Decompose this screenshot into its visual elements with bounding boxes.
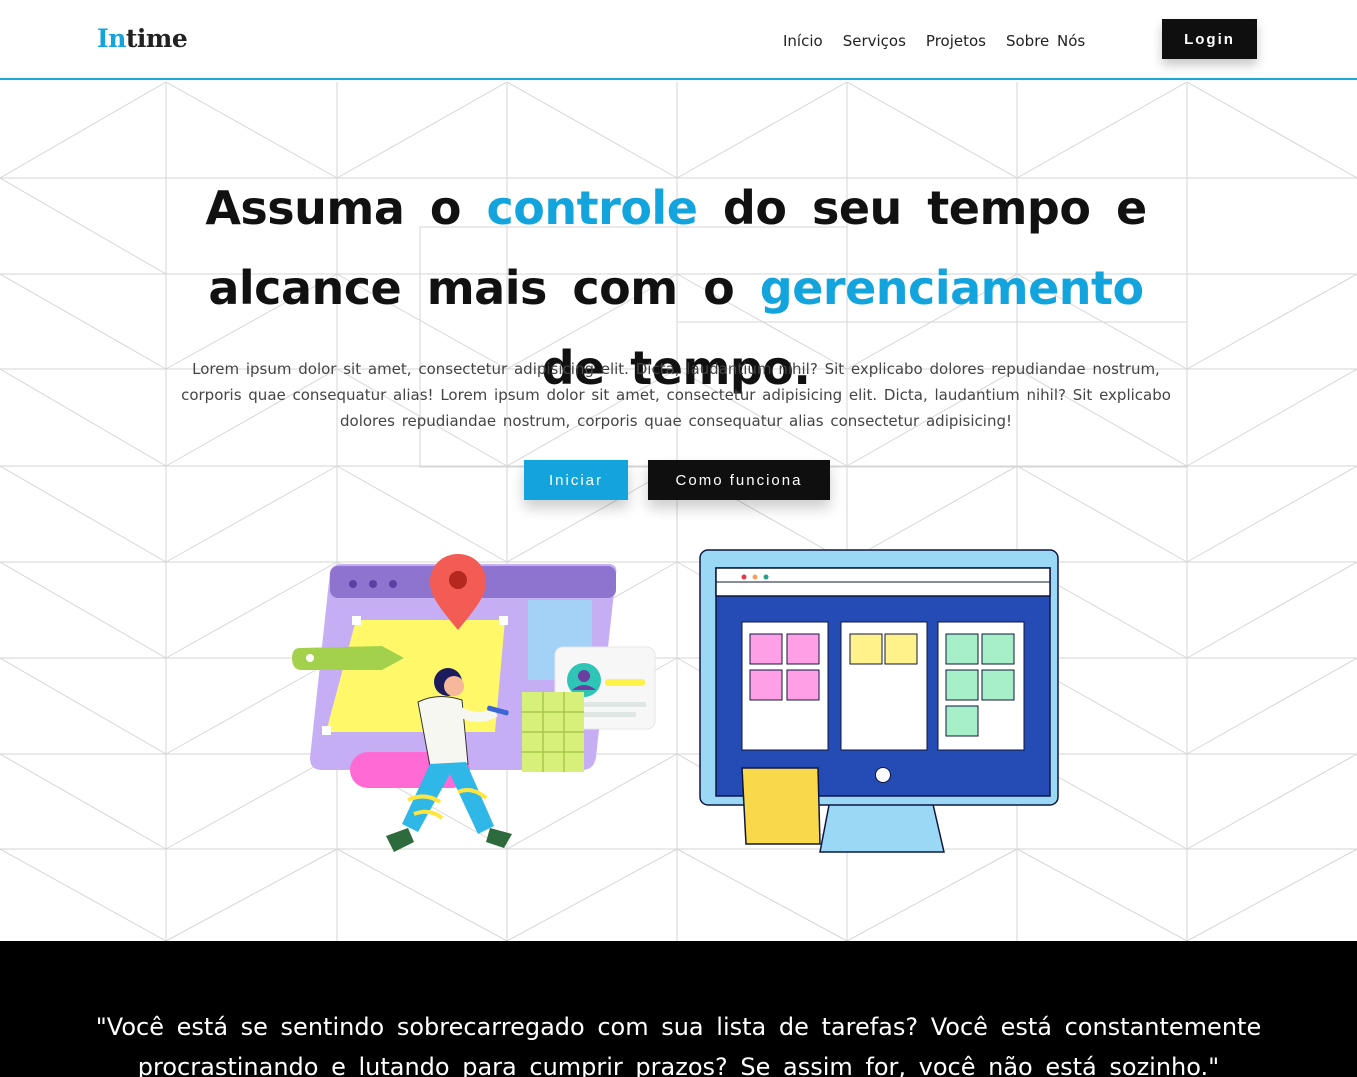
how-it-works-button[interactable]: Como funciona [648, 460, 830, 500]
logo-text: time [125, 24, 188, 53]
start-button[interactable]: Iniciar [524, 460, 628, 500]
quote-text: "Você está se sentindo sobrecarregado co… [95, 1013, 1262, 1077]
site-header: Intime Início Serviços Projetos Sobre Nó… [0, 0, 1357, 80]
planning-illustration [292, 554, 656, 852]
logo[interactable]: Intime [97, 24, 188, 53]
kanban-monitor-illustration [699, 549, 1059, 853]
hero-title-highlight-gerenciamento: gerenciamento [759, 261, 1144, 315]
hero-description: Lorem ipsum dolor sit amet, consectetur … [181, 360, 1171, 430]
login-button[interactable]: Login [1162, 19, 1257, 59]
hero-title-highlight-controle: controle [486, 181, 698, 235]
nav-link-sobre-nos[interactable]: Sobre Nós [1006, 32, 1085, 50]
logo-accent: In [97, 24, 126, 53]
main-nav: Início Serviços Projetos Sobre Nós [783, 32, 1085, 50]
quote-section: "Você está se sentindo sobrecarregado co… [0, 941, 1357, 1077]
nav-link-inicio[interactable]: Início [783, 32, 823, 50]
user-avatar-icon [567, 663, 601, 697]
hero-section: Assuma o controle do seu tempo e alcance… [0, 82, 1357, 941]
nav-link-projetos[interactable]: Projetos [926, 32, 986, 50]
nav-link-servicos[interactable]: Serviços [843, 32, 906, 50]
hero-title-part1: Assuma o [205, 181, 487, 235]
